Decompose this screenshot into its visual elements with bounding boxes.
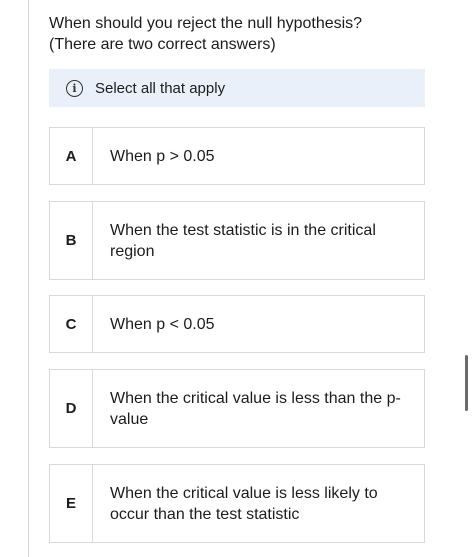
scrollbar[interactable] bbox=[465, 355, 468, 411]
answer-option-c[interactable]: C When p < 0.05 bbox=[49, 295, 425, 353]
option-letter: A bbox=[50, 128, 93, 184]
select-all-hint: i Select all that apply bbox=[49, 69, 425, 107]
answer-option-a[interactable]: A When p > 0.05 bbox=[49, 127, 425, 185]
hint-text: Select all that apply bbox=[95, 79, 226, 97]
question-instruction: (There are two correct answers) bbox=[49, 36, 276, 53]
answer-option-d[interactable]: D When the critical value is less than t… bbox=[49, 369, 425, 448]
option-letter: B bbox=[50, 202, 93, 279]
option-text: When the critical value is less likely t… bbox=[110, 484, 378, 523]
answer-option-e[interactable]: E When the critical value is less likely… bbox=[49, 464, 425, 543]
option-text: When p > 0.05 bbox=[110, 147, 215, 165]
info-icon: i bbox=[66, 79, 83, 97]
option-letter: E bbox=[50, 465, 93, 542]
question-text: When should you reject the null hypothes… bbox=[49, 13, 449, 55]
option-text: When the critical value is less than the… bbox=[110, 389, 401, 428]
option-letter: D bbox=[50, 370, 93, 447]
option-text: When p < 0.05 bbox=[110, 315, 215, 333]
question-line: When should you reject the null hypothes… bbox=[49, 15, 363, 32]
option-text: When the test statistic is in the critic… bbox=[110, 221, 376, 260]
answer-option-b[interactable]: B When the test statistic is in the crit… bbox=[49, 201, 425, 280]
option-letter: C bbox=[50, 296, 93, 352]
content-left-border bbox=[28, 0, 29, 557]
